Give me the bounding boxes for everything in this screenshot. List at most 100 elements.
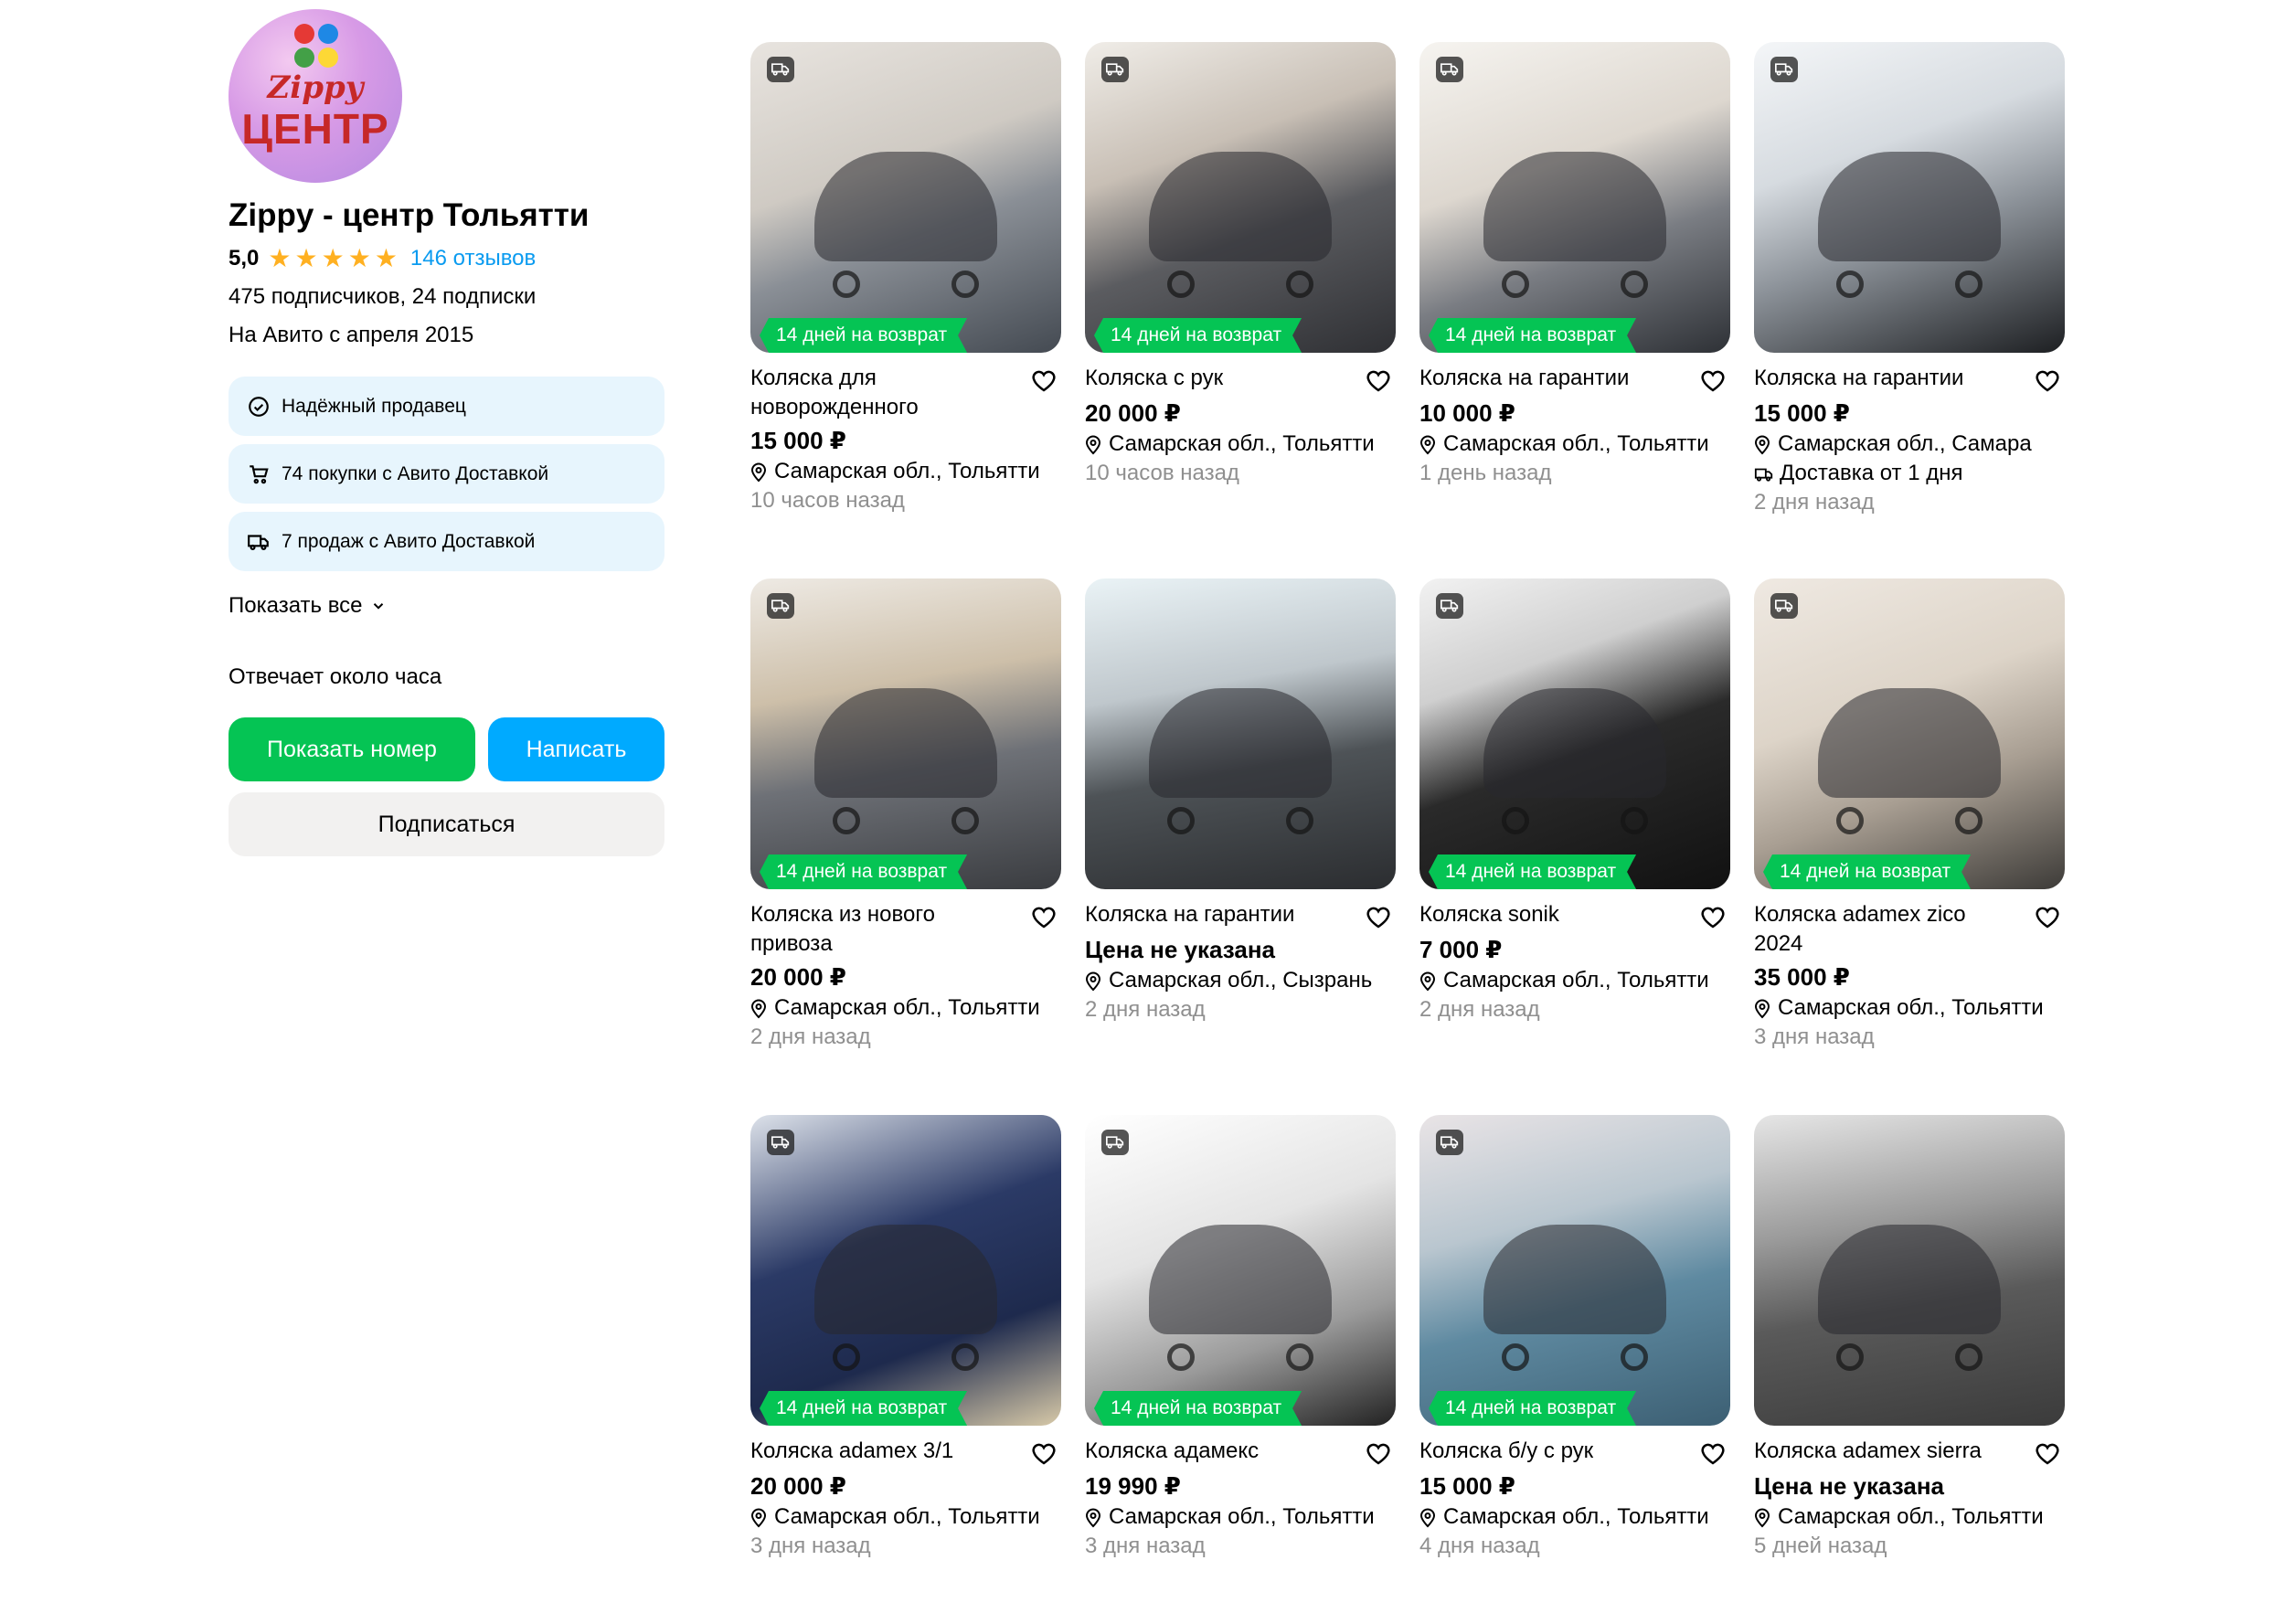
listing-title[interactable]: Коляска б/у с рук [1419, 1437, 1685, 1466]
listing-time: 3 дня назад [1085, 1534, 1206, 1558]
listing-photo[interactable]: 14 дней на возврат [750, 578, 1061, 889]
logo-text-bottom: ЦЕНТР [241, 105, 389, 153]
listing-photo[interactable]: 14 дней на возврат [750, 1115, 1061, 1426]
listing-title[interactable]: Коляска adamex sierra [1754, 1437, 2019, 1466]
location-pin-icon [1754, 1507, 1770, 1528]
listing-time: 10 часов назад [750, 488, 905, 513]
listing-card[interactable]: 14 дней на возврат Коляска для новорожден… [750, 42, 1061, 578]
member-since: На Авито с апреля 2015 [229, 323, 474, 347]
listing-price: 19 990 ₽ [1085, 1472, 1181, 1500]
listing-card[interactable]: 14 дней на возврат Коляска sonik 7 000 ₽ Са… [1419, 578, 1730, 1115]
listing-location: Самарская обл., Тольятти [750, 457, 1061, 486]
listing-card[interactable]: 14 дней на возврат Коляска adamex 3/1 20 0… [750, 1115, 1061, 1624]
delivery-truck-icon [767, 1130, 794, 1155]
listing-card[interactable]: 14 дней на возврат Коляска адамекс 19 990 … [1085, 1115, 1396, 1624]
show-phone-button[interactable]: Показать номер [229, 717, 475, 781]
favorite-heart-icon[interactable] [1030, 1440, 1058, 1468]
listing-photo[interactable]: 14 дней на возврат [1085, 42, 1396, 353]
favorite-heart-icon[interactable] [1699, 904, 1727, 931]
listing-photo[interactable]: 14 дней на возврат [750, 42, 1061, 353]
listing-card[interactable]: 14 дней на возврат Коляска из нового прив… [750, 578, 1061, 1115]
favorite-heart-icon[interactable] [2034, 367, 2061, 395]
listing-location: Самарская обл., Тольятти [1754, 993, 2065, 1023]
location-text: Самарская обл., Тольятти [1443, 431, 1709, 456]
listing-photo[interactable]: 14 дней на возврат [1419, 1115, 1730, 1426]
location-text: Самарская обл., Тольятти [774, 995, 1040, 1020]
listing-card[interactable]: 14 дней на возврат Коляска adamex zico 20… [1754, 578, 2065, 1115]
listing-title[interactable]: Коляска на гарантии [1754, 364, 2019, 393]
listing-location: Самарская обл., Тольятти [1754, 1502, 2065, 1532]
listing-title[interactable]: Коляска на гарантии [1085, 900, 1350, 929]
location-pin-icon [1419, 434, 1436, 455]
listing-title[interactable]: Коляска для новорожденного [750, 364, 1015, 422]
listings-grid: 14 дней на возврат Коляска для новорожден… [750, 42, 2065, 1624]
listing-card[interactable]: 14 дней на возврат Коляска с рук 20 000 ₽ С… [1085, 42, 1396, 578]
listing-location: Самарская обл., Тольятти [1419, 430, 1730, 459]
seller-avatar[interactable]: Zippy ЦЕНТР [229, 9, 402, 183]
listing-title-row: Коляска на гарантии [1419, 364, 1730, 395]
listing-time: 4 дня назад [1419, 1534, 1540, 1558]
write-message-button[interactable]: Написать [488, 717, 664, 781]
return-badge: 14 дней на возврат [760, 318, 967, 353]
return-badge: 14 дней на возврат [1094, 318, 1302, 353]
delivery-truck-icon [1770, 593, 1798, 619]
listing-title[interactable]: Коляска на гарантии [1419, 364, 1685, 393]
return-badge: 14 дней на возврат [1429, 854, 1636, 889]
location-pin-icon [1085, 971, 1101, 992]
listing-card[interactable]: Коляска на гарантии Цена не указана Самарс… [1085, 578, 1396, 1115]
listing-title[interactable]: Коляска adamex zico 2024 [1754, 900, 2019, 959]
favorite-heart-icon[interactable] [1365, 1440, 1392, 1468]
badge-purchases[interactable]: 74 покупки с Авито Доставкой [229, 444, 664, 504]
listing-title-row: Коляска на гарантии [1754, 364, 2065, 395]
location-pin-icon [1085, 1507, 1101, 1528]
listing-title-row: Коляска с рук [1085, 364, 1396, 395]
seller-name: Zippy - центр Тольятти [229, 197, 590, 233]
followers-text[interactable]: 475 подписчиков, 24 подписки [229, 283, 664, 311]
rating-row: 5,0 ★ ★ ★ ★ ★ 146 отзывов [229, 245, 664, 272]
delivery-truck-icon [1101, 1130, 1129, 1155]
show-all-toggle[interactable]: Показать все [229, 593, 664, 619]
listing-photo[interactable]: 14 дней на возврат [1419, 42, 1730, 353]
listing-photo[interactable]: 14 дней на возврат [1085, 1115, 1396, 1426]
listing-title-row: Коляска на гарантии [1085, 900, 1396, 931]
favorite-heart-icon[interactable] [1699, 367, 1727, 395]
listing-price: Цена не указана [1085, 936, 1275, 963]
delivery-truck-icon [1770, 57, 1798, 82]
star-icon: ★ [268, 244, 292, 272]
listing-title[interactable]: Коляска sonik [1419, 900, 1685, 929]
listing-photo[interactable] [1754, 1115, 2065, 1426]
badge-reliable-seller[interactable]: Надёжный продавец [229, 377, 664, 436]
listing-location: Самарская обл., Тольятти [1085, 430, 1396, 459]
listing-location: Самарская обл., Тольятти [750, 993, 1061, 1023]
favorite-heart-icon[interactable] [1030, 367, 1058, 395]
location-text: Самарская обл., Самара [1778, 431, 2032, 456]
listing-card[interactable]: 14 дней на возврат Коляска на гарантии 10 … [1419, 42, 1730, 578]
listing-card[interactable]: Коляска adamex sierra Цена не указана Сама… [1754, 1115, 2065, 1624]
favorite-heart-icon[interactable] [2034, 1440, 2061, 1468]
listing-price: 7 000 ₽ [1419, 936, 1503, 963]
listing-photo[interactable] [1085, 578, 1396, 889]
listing-photo[interactable]: 14 дней на возврат [1419, 578, 1730, 889]
listing-title[interactable]: Коляска с рук [1085, 364, 1350, 393]
listing-card[interactable]: Коляска на гарантии 15 000 ₽ Самарская обл… [1754, 42, 2065, 578]
listing-photo[interactable]: 14 дней на возврат [1754, 578, 2065, 889]
location-text: Самарская обл., Тольятти [1778, 995, 2044, 1020]
location-text: Самарская обл., Тольятти [774, 1504, 1040, 1529]
favorite-heart-icon[interactable] [2034, 904, 2061, 931]
listing-card[interactable]: 14 дней на возврат Коляска б/у с рук 15 00… [1419, 1115, 1730, 1624]
reviews-link[interactable]: 146 отзывов [410, 245, 536, 272]
listing-photo[interactable] [1754, 42, 2065, 353]
subscribe-button[interactable]: Подписаться [229, 792, 664, 856]
favorite-heart-icon[interactable] [1699, 1440, 1727, 1468]
favorite-heart-icon[interactable] [1030, 904, 1058, 931]
favorite-heart-icon[interactable] [1365, 904, 1392, 931]
badge-sales[interactable]: 7 продаж с Авито Доставкой [229, 512, 664, 571]
return-badge: 14 дней на возврат [760, 854, 967, 889]
favorite-heart-icon[interactable] [1365, 367, 1392, 395]
delivery-icon [1754, 463, 1774, 483]
delivery-truck-icon [767, 593, 794, 619]
listing-title[interactable]: Коляска adamex 3/1 [750, 1437, 1015, 1466]
delivery-truck-icon [1436, 57, 1463, 82]
listing-title[interactable]: Коляска адамекс [1085, 1437, 1350, 1466]
listing-title[interactable]: Коляска из нового привоза [750, 900, 1015, 959]
